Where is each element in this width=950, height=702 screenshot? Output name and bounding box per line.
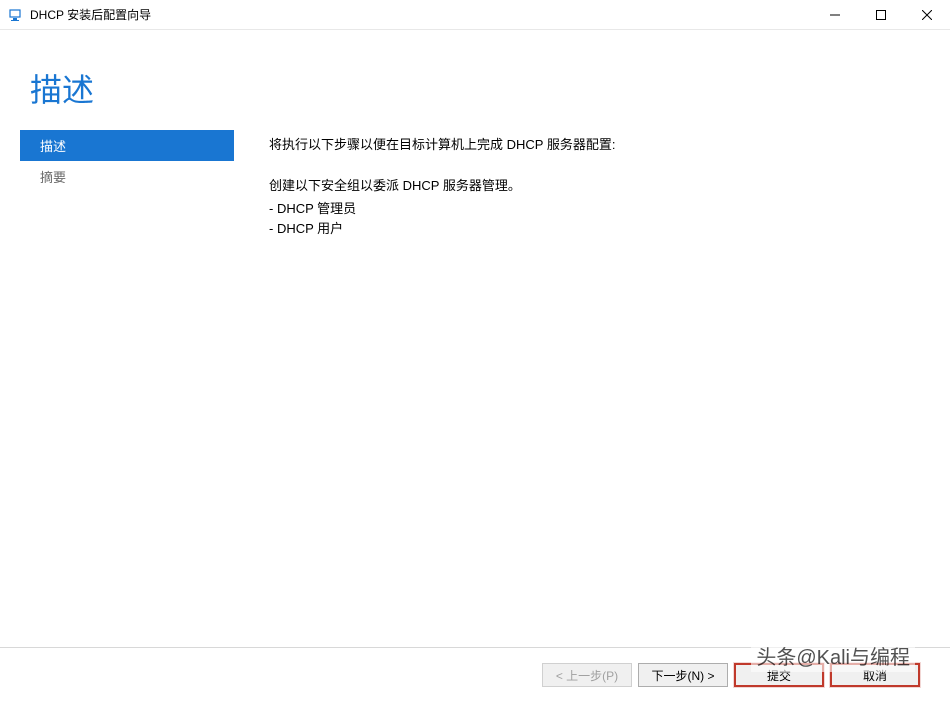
- groups-list: - DHCP 管理员 - DHCP 用户: [269, 199, 920, 241]
- main-content: 描述 摘要 将执行以下步骤以便在目标计算机上完成 DHCP 服务器配置: 创建以…: [0, 130, 950, 240]
- sidebar-item-description[interactable]: 描述: [20, 130, 234, 161]
- titlebar[interactable]: DHCP 安装后配置向导: [0, 0, 950, 30]
- app-icon: [8, 7, 24, 23]
- maximize-button[interactable]: [858, 0, 904, 30]
- minimize-button[interactable]: [812, 0, 858, 30]
- content-panel: 将执行以下步骤以便在目标计算机上完成 DHCP 服务器配置: 创建以下安全组以委…: [234, 130, 920, 240]
- sidebar-item-summary[interactable]: 摘要: [20, 161, 234, 192]
- list-item: - DHCP 管理员: [269, 199, 920, 220]
- close-button[interactable]: [904, 0, 950, 30]
- wizard-steps-sidebar: 描述 摘要: [20, 130, 234, 240]
- groups-intro-text: 创建以下安全组以委派 DHCP 服务器管理。: [269, 176, 920, 197]
- button-label: 下一步(N) >: [651, 667, 714, 684]
- page-title: 描述: [30, 65, 950, 111]
- list-item: - DHCP 用户: [269, 219, 920, 240]
- next-button[interactable]: 下一步(N) >: [638, 663, 728, 687]
- window-title: DHCP 安装后配置向导: [30, 6, 812, 23]
- header: 描述: [0, 30, 950, 130]
- window-controls: [812, 0, 950, 29]
- button-label: < 上一步(P): [556, 667, 618, 684]
- intro-text: 将执行以下步骤以便在目标计算机上完成 DHCP 服务器配置:: [269, 135, 920, 156]
- watermark: 头条@Kali与编程: [751, 639, 915, 672]
- sidebar-item-label: 摘要: [40, 170, 66, 185]
- previous-button: < 上一步(P): [542, 663, 632, 687]
- sidebar-item-label: 描述: [40, 139, 66, 154]
